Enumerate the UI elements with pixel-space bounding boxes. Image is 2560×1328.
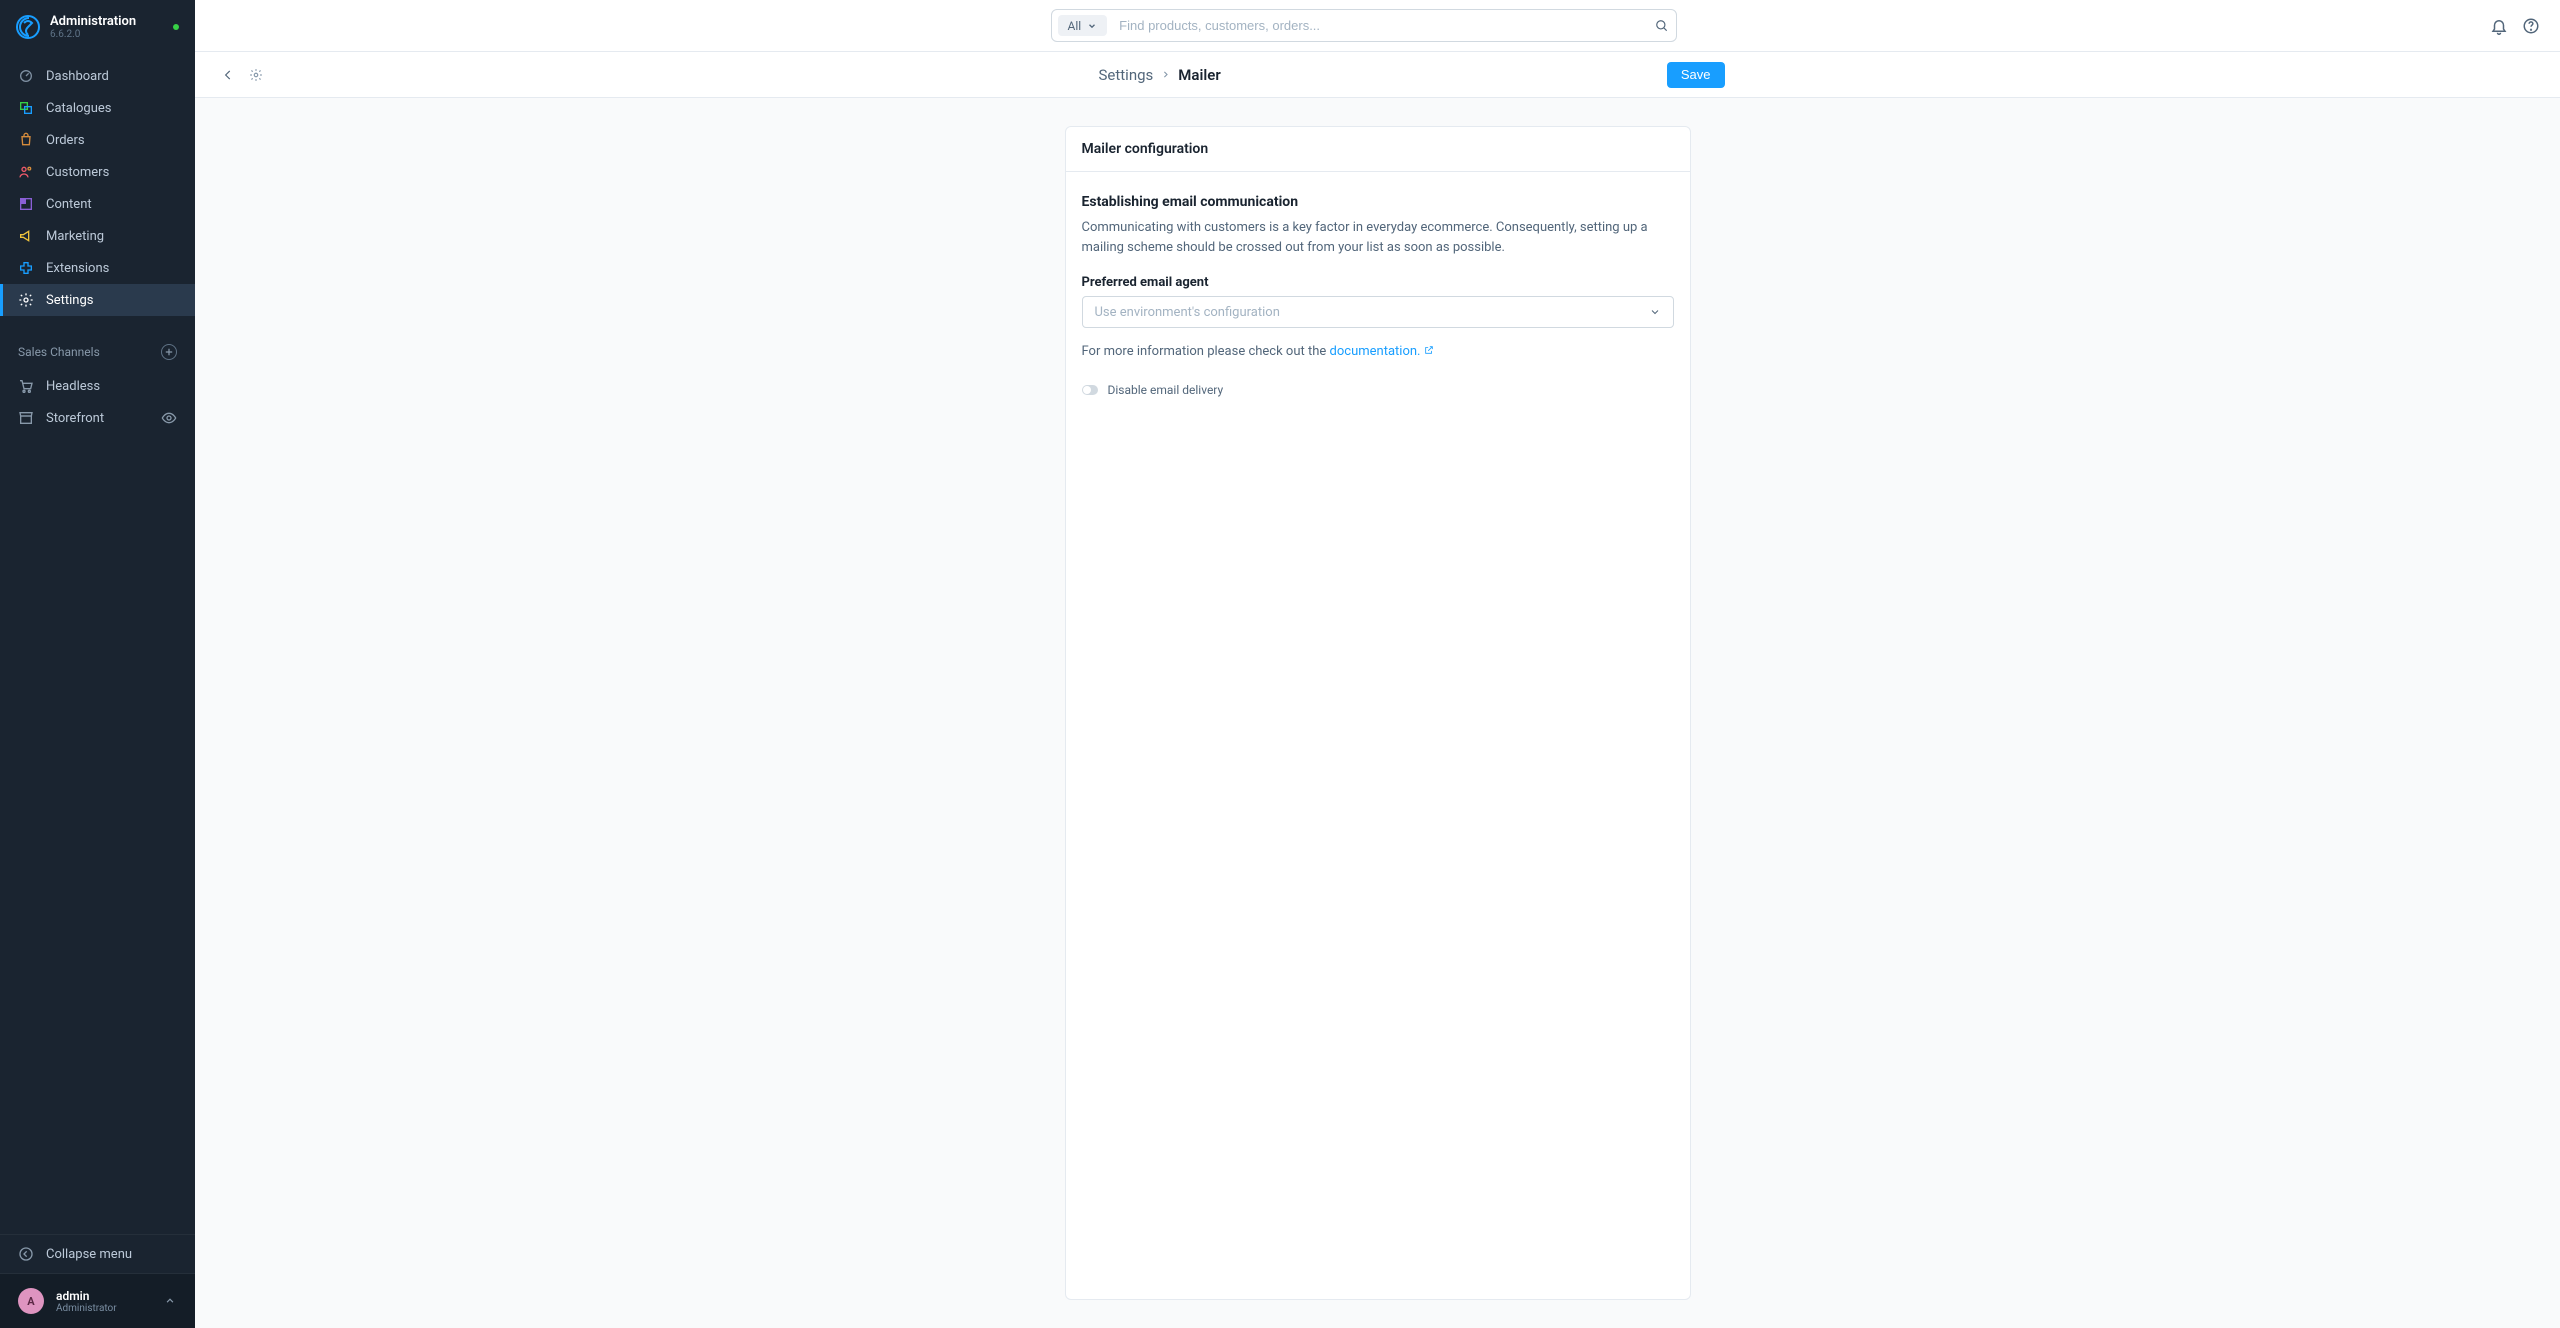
topbar: All	[195, 0, 2560, 52]
breadcrumb-settings-button[interactable]	[247, 66, 265, 84]
disable-email-toggle[interactable]	[1082, 385, 1098, 395]
sidebar-item-catalogues[interactable]: Catalogues	[0, 92, 195, 124]
sales-channel-item-storefront[interactable]: Storefront	[0, 402, 195, 434]
back-button[interactable]	[219, 66, 237, 84]
catalogues-icon	[18, 100, 34, 116]
notifications-button[interactable]	[2490, 17, 2508, 35]
customers-icon	[18, 164, 34, 180]
brand-text: Administration 6.6.2.0	[50, 14, 136, 40]
sales-channels-header: Sales Channels	[0, 316, 195, 370]
toggle-row: Disable email delivery	[1082, 383, 1674, 397]
status-dot-icon	[173, 24, 179, 30]
section-title: Establishing email communication	[1082, 194, 1674, 210]
mailer-card: Mailer configuration Establishing email …	[1065, 126, 1691, 1300]
email-agent-select[interactable]: Use environment's configuration	[1082, 296, 1674, 328]
sidebar-item-dashboard[interactable]: Dashboard	[0, 60, 195, 92]
eye-icon[interactable]	[161, 410, 177, 426]
user-text: admin Administrator	[56, 1289, 117, 1314]
sales-channel-item-headless[interactable]: Headless	[0, 370, 195, 402]
sales-channels-label: Sales Channels	[18, 345, 100, 359]
breadcrumb-bar: Settings Mailer Save	[195, 52, 2560, 98]
orders-icon	[18, 132, 34, 148]
save-button[interactable]: Save	[1667, 62, 1725, 88]
marketing-icon	[18, 228, 34, 244]
content-area: Mailer configuration Establishing email …	[195, 98, 2560, 1328]
sidebar-item-extensions[interactable]: Extensions	[0, 252, 195, 284]
cart-icon	[18, 378, 34, 394]
info-prefix: For more information please check out th…	[1082, 344, 1330, 359]
search-bar: All	[1051, 9, 1677, 42]
user-menu[interactable]: A admin Administrator	[0, 1274, 195, 1328]
sidebar-item-label: Extensions	[46, 261, 109, 276]
sidebar: Administration 6.6.2.0 Dashboard Catalog…	[0, 0, 195, 1328]
sidebar-item-label: Marketing	[46, 229, 104, 244]
sales-channel-label: Storefront	[46, 411, 104, 426]
search-filter-dropdown[interactable]: All	[1058, 15, 1108, 36]
main-nav: Dashboard Catalogues Orders Customers Co…	[0, 54, 195, 316]
app-version: 6.6.2.0	[50, 29, 136, 40]
section-description: Communicating with customers is a key fa…	[1082, 218, 1674, 257]
chevron-up-icon	[163, 1294, 177, 1308]
sidebar-item-label: Content	[46, 197, 92, 212]
main-area: All	[195, 0, 2560, 1328]
chevron-down-icon	[1649, 306, 1661, 318]
info-line: For more information please check out th…	[1082, 344, 1674, 359]
search-filter-label: All	[1068, 19, 1082, 33]
sidebar-item-orders[interactable]: Orders	[0, 124, 195, 156]
app-title: Administration	[50, 14, 136, 29]
sidebar-item-label: Settings	[46, 293, 93, 308]
sidebar-item-settings[interactable]: Settings	[0, 284, 195, 316]
sidebar-item-label: Dashboard	[46, 69, 109, 84]
sidebar-item-marketing[interactable]: Marketing	[0, 220, 195, 252]
search-input[interactable]	[1107, 10, 1647, 41]
dashboard-icon	[18, 68, 34, 84]
user-role: Administrator	[56, 1303, 117, 1314]
collapse-menu-button[interactable]: Collapse menu	[0, 1234, 195, 1274]
sales-channel-label: Headless	[46, 379, 100, 394]
help-button[interactable]	[2522, 17, 2540, 35]
add-sales-channel-button[interactable]	[161, 344, 177, 360]
user-name: admin	[56, 1289, 117, 1303]
sidebar-item-label: Catalogues	[46, 101, 112, 116]
sidebar-item-label: Customers	[46, 165, 109, 180]
extensions-icon	[18, 260, 34, 276]
gear-icon	[18, 292, 34, 308]
documentation-link[interactable]: documentation.	[1330, 344, 1435, 359]
sidebar-item-label: Orders	[46, 133, 85, 148]
breadcrumb-current: Mailer	[1178, 66, 1220, 84]
collapse-icon	[18, 1246, 34, 1262]
collapse-label: Collapse menu	[46, 1247, 132, 1262]
chevron-right-icon	[1161, 70, 1170, 79]
sidebar-item-customers[interactable]: Customers	[0, 156, 195, 188]
external-link-icon	[1424, 345, 1434, 355]
chevron-down-icon	[1087, 21, 1097, 31]
logo-icon	[16, 15, 40, 39]
field-label: Preferred email agent	[1082, 275, 1674, 290]
breadcrumb-parent[interactable]: Settings	[1099, 66, 1154, 84]
sidebar-item-content[interactable]: Content	[0, 188, 195, 220]
search-button[interactable]	[1648, 10, 1676, 41]
avatar: A	[18, 1288, 44, 1314]
card-title: Mailer configuration	[1066, 127, 1690, 172]
select-placeholder: Use environment's configuration	[1095, 305, 1280, 320]
toggle-label: Disable email delivery	[1108, 383, 1224, 397]
brand-block: Administration 6.6.2.0	[0, 0, 195, 54]
storefront-icon	[18, 410, 34, 426]
content-icon	[18, 196, 34, 212]
